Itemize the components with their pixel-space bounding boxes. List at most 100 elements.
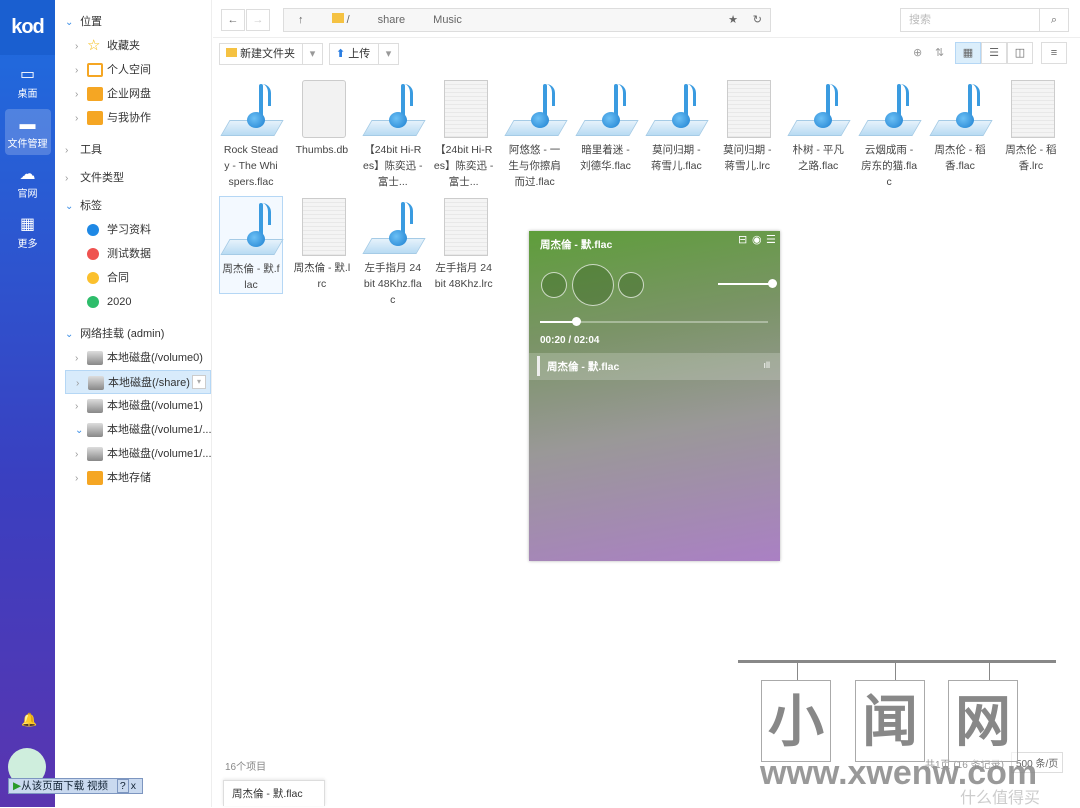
music-player[interactable]: 周杰倫 - 默.flac ⊟ ◉ ☰ 00:20 / 02:04 周杰倫 - 默… [529,231,780,561]
file-item[interactable]: 左手指月 24bit 48Khz.lrc [432,196,496,292]
breadcrumb: ↑ / share Music ★ ↻ [283,8,771,32]
folder-icon [331,13,344,23]
help-button[interactable]: ? [116,779,129,793]
rail-file-manager[interactable]: ▬ 文件管理 [4,109,51,155]
tree-label: 本地存储 [107,472,151,484]
tree-personal[interactable]: › 个人空间 [65,58,211,82]
volume-slider[interactable] [718,279,777,288]
crumb-share[interactable]: share [364,9,420,31]
next-button[interactable] [618,272,644,298]
file-item[interactable]: 周杰伦 - 稻香.lrc [999,78,1063,174]
tree-label: 合同 [107,272,129,284]
tree-mount[interactable]: ⌄ 网络挂载 (admin) [65,322,211,346]
per-page-select[interactable]: 500 条/页 [1011,752,1064,773]
file-name: 周杰伦 - 稻香.lrc [1005,144,1057,172]
tree-enterprise[interactable]: › 企业网盘 [65,82,211,106]
tree-label: 与我协作 [107,112,151,124]
search-input[interactable]: 搜索 ⌕ [900,8,1069,32]
file-name: Thumbs.db [295,144,349,156]
file-item[interactable]: 【24bit Hi-Res】陈奕迅 - 富士... [432,78,496,190]
rail-more[interactable]: ▦ 更多 [5,209,51,255]
music-file-icon [574,80,639,140]
tree-mount-item[interactable]: › 本地磁盘(/volume0) [65,346,211,370]
tree-tags[interactable]: ⌄ 标签 [65,194,211,218]
file-name: 周杰倫 - 默.lrc [293,262,351,290]
file-item[interactable]: 莫问归期 - 蒋雪儿.lrc [715,78,779,174]
icon-view-button[interactable]: ▦ [955,42,981,64]
file-item[interactable]: 周杰伦 - 稻香.flac [928,78,993,174]
file-name: 左手指月 24bit 48Khz.lrc [434,262,493,290]
tree-tag[interactable]: 测试数据 [65,242,211,266]
file-item[interactable]: 周杰倫 - 默.lrc [290,196,354,292]
lyrics-icon[interactable]: ⊟ [738,233,747,246]
tree-mount-item[interactable]: ⌄ 本地磁盘(/volume1/.... [65,418,211,442]
details-toggle-button[interactable]: ≡ [1041,42,1067,64]
folder-icon [87,87,103,102]
tag-color-dot [87,248,99,261]
refresh-icon[interactable]: ↻ [745,9,770,31]
file-item[interactable]: 朴树 - 平凡之路.flac [786,78,851,174]
tree-mount-item[interactable]: › 本地存储 [65,466,211,490]
crumb-music[interactable]: Music [419,9,476,31]
star-icon[interactable]: ★ [722,9,744,31]
tree-mount-item[interactable]: › 本地磁盘(/share) ▾ [65,370,211,394]
play-button[interactable] [572,264,614,306]
mode-icon[interactable]: ◉ [752,233,762,246]
tree-mount-item[interactable]: › 本地磁盘(/volume1/.... [65,442,211,466]
download-bar[interactable]: ▶从该页面下载 视频 ? x [8,778,144,794]
music-file-icon [645,80,710,140]
tree-label: 本地磁盘(/share) [108,377,190,389]
tree-favorites[interactable]: › ☆ 收藏夹 [65,34,211,58]
music-file-icon [929,80,993,140]
bell-icon[interactable]: 🔔 [21,712,37,728]
tree-tools[interactable]: › 工具 [65,138,211,162]
play-icon: ▶ [13,780,22,792]
playlist-item[interactable]: 周杰倫 - 默.flac ıll [529,353,780,380]
tree-location[interactable]: ⌄ 位置 [65,10,211,34]
sort-icon[interactable]: ⇅ [935,46,944,59]
tree-mount-item[interactable]: › 本地磁盘(/volume1) [65,394,211,418]
taskbar-tab[interactable]: 周杰倫 - 默.flac [223,780,325,806]
rail-label: 文件管理 [7,139,48,150]
file-name: 云烟成雨 - 房东的猫.flac [861,144,918,188]
upload-button[interactable]: ⬆ 上传 ▾ [329,43,399,65]
rail-label: 更多 [17,239,38,250]
back-button[interactable]: ← [221,9,245,31]
file-item[interactable]: Thumbs.db [290,78,354,158]
tree-tag[interactable]: 2020 [65,290,211,314]
up-button[interactable]: ↑ [284,9,318,31]
file-item[interactable]: Rock Stead y - The Whi spers.flac [219,78,284,190]
split-view-button[interactable]: ◫ [1007,42,1033,64]
close-button[interactable]: x [129,780,138,792]
music-file-icon [858,80,922,140]
tree-tag[interactable]: 合同 [65,266,211,290]
zoom-icon[interactable]: ⊕ [913,46,922,59]
file-item[interactable]: 左手指月 24bit 48Khz.flac [361,196,426,308]
file-icon [294,80,350,140]
file-item[interactable]: 莫问归期 - 蒋雪儿.flac [644,78,710,174]
folder-icon: ▬ [19,116,36,133]
tree-label: 企业网盘 [107,88,151,100]
tree-label: 位置 [80,16,103,28]
rail-website[interactable]: ☁ 官网 [5,159,51,205]
playlist-icon[interactable]: ☰ [766,233,776,246]
prev-button[interactable] [541,272,567,298]
crumb-root[interactable]: / [318,9,364,31]
search-icon[interactable]: ⌕ [1039,8,1069,32]
file-item[interactable]: 阿悠悠 - 一生与你擦肩而过.flac [503,78,568,190]
list-view-button[interactable]: ☰ [981,42,1007,64]
tree-label: 本地磁盘(/volume0) [107,352,203,364]
tree-filetypes[interactable]: › 文件类型 [65,166,211,190]
new-folder-button[interactable]: 新建文件夹 ▾ [219,43,323,65]
progress-slider[interactable] [540,317,768,326]
file-item[interactable]: 云烟成雨 - 房东的猫.flac [857,78,922,190]
file-item[interactable]: 暗里着迷 - 刘德华.flac [574,78,639,174]
tree-tag[interactable]: 学习资料 [65,218,211,242]
file-item[interactable]: 周杰倫 - 默.flac [219,196,284,294]
forward-button[interactable]: → [246,9,270,31]
file-item[interactable]: 【24bit Hi-Res】陈奕迅 - 富士... [361,78,426,190]
tree-shared[interactable]: › 与我协作 [65,106,211,130]
dropdown-icon[interactable]: ▾ [192,375,206,389]
file-name: 朴树 - 平凡之路.flac [792,144,844,172]
rail-desktop[interactable]: ▭ 桌面 [5,59,51,105]
